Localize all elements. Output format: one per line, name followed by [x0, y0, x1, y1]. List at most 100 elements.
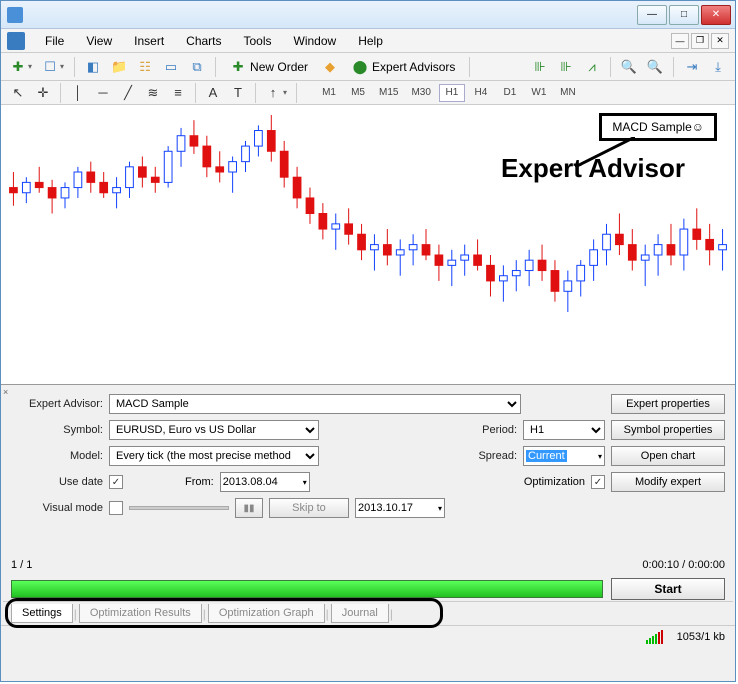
titlebar: — □ ✕: [1, 1, 735, 29]
strategy-tester-button[interactable]: ⧉: [186, 56, 208, 78]
close-button[interactable]: ✕: [701, 5, 731, 25]
model-label: Model:: [11, 450, 103, 462]
symbol-label: Symbol:: [11, 424, 103, 436]
child-close-button[interactable]: ✕: [711, 33, 729, 49]
progress-bar: [11, 580, 603, 598]
expert-advisor-select[interactable]: MACD Sample: [109, 394, 521, 414]
visual-mode-checkbox[interactable]: [109, 501, 123, 515]
data-window-button[interactable]: ☷: [134, 56, 156, 78]
visual-mode-label: Visual mode: [11, 502, 103, 514]
expert-advisors-button[interactable]: ⬤Expert Advisors: [345, 56, 462, 78]
menu-tools[interactable]: Tools: [234, 32, 282, 50]
bars-icon: ⊪: [532, 59, 548, 75]
timeframe-m15[interactable]: M15: [374, 84, 403, 102]
menu-help[interactable]: Help: [348, 32, 393, 50]
new-order-button[interactable]: ✚New Order: [223, 56, 315, 78]
metaeditor-button[interactable]: ◆: [319, 56, 341, 78]
profiles-button[interactable]: ☐▾: [39, 56, 67, 78]
market-watch-button[interactable]: ◧: [82, 56, 104, 78]
line-chart-button[interactable]: ⩘: [581, 56, 603, 78]
menu-window[interactable]: Window: [284, 32, 347, 50]
drawing-toolbar: ↖ ✛ │ ─ ╱ ≋ ≡ A T ↑▾ M1 M5 M15 M30 H1 H4…: [1, 81, 735, 105]
plus-icon: ✚: [10, 59, 26, 75]
tester-tabs: Settings | Optimization Results | Optimi…: [3, 601, 733, 625]
terminal-icon: ▭: [163, 59, 179, 75]
child-restore-button[interactable]: ❐: [691, 33, 709, 49]
timeframe-m5[interactable]: M5: [345, 84, 371, 102]
timeframe-m30[interactable]: M30: [406, 84, 435, 102]
maximize-button[interactable]: □: [669, 5, 699, 25]
zoom-out-icon: 🔍: [647, 59, 663, 75]
data-icon: ☷: [137, 59, 153, 75]
skip-to-button[interactable]: Skip to: [269, 498, 349, 518]
pause-button[interactable]: ▮▮: [235, 498, 263, 518]
timeframe-m1[interactable]: M1: [316, 84, 342, 102]
channel-button[interactable]: ≋: [142, 82, 164, 104]
timeframe-d1[interactable]: D1: [497, 84, 523, 102]
candle-chart-button[interactable]: ⊪: [555, 56, 577, 78]
terminal-button[interactable]: ▭: [160, 56, 182, 78]
use-date-checkbox[interactable]: [109, 475, 123, 489]
fibonacci-button[interactable]: ≡: [167, 82, 189, 104]
model-select[interactable]: Every tick (the most precise method: [109, 446, 319, 466]
spread-select[interactable]: Current▾: [523, 446, 605, 466]
strategy-tester-panel: × Expert Advisor: MACD Sample Expert pro…: [1, 385, 735, 625]
speed-slider[interactable]: [129, 506, 229, 510]
timeframe-h4[interactable]: H4: [468, 84, 494, 102]
zoom-in-button[interactable]: 🔍: [618, 56, 640, 78]
zoom-out-button[interactable]: 🔍: [644, 56, 666, 78]
bar-chart-button[interactable]: ⊪: [529, 56, 551, 78]
crosshair-icon: ✛: [35, 85, 51, 101]
tab-optimization-graph[interactable]: Optimization Graph: [208, 604, 325, 623]
statusbar: 1053/1 kb: [1, 625, 735, 647]
to-date-picker[interactable]: 2013.10.17▾: [355, 498, 445, 518]
from-date-picker[interactable]: 2013.08.04▾: [220, 472, 310, 492]
tab-journal[interactable]: Journal: [331, 604, 389, 623]
start-button[interactable]: Start: [611, 578, 725, 600]
hline-icon: ─: [95, 85, 111, 101]
timeframe-mn[interactable]: MN: [555, 84, 581, 102]
minimize-button[interactable]: —: [637, 5, 667, 25]
crosshair-button[interactable]: ✛: [32, 82, 54, 104]
tab-optimization-results[interactable]: Optimization Results: [79, 604, 202, 623]
main-toolbar: ✚▾ ☐▾ ◧ 📁 ☷ ▭ ⧉ ✚New Order ◆ ⬤Expert Adv…: [1, 53, 735, 81]
new-chart-button[interactable]: ✚▾: [7, 56, 35, 78]
menu-view[interactable]: View: [76, 32, 122, 50]
tab-settings[interactable]: Settings: [11, 604, 73, 623]
candles-icon: ⊪: [558, 59, 574, 75]
progress-time: 0:00:10 / 0:00:00: [642, 559, 725, 571]
period-select[interactable]: H1: [523, 420, 605, 440]
modify-expert-button[interactable]: Modify expert: [611, 472, 725, 492]
arrows-button[interactable]: ↑▾: [262, 82, 290, 104]
menu-charts[interactable]: Charts: [176, 32, 231, 50]
text-button[interactable]: A: [202, 82, 224, 104]
horizontal-line-button[interactable]: ─: [92, 82, 114, 104]
symbol-properties-button[interactable]: Symbol properties: [611, 420, 725, 440]
fib-icon: ≡: [170, 85, 186, 101]
optimization-checkbox[interactable]: [591, 475, 605, 489]
open-chart-button[interactable]: Open chart: [611, 446, 725, 466]
arrows-icon: ↑: [265, 85, 281, 101]
navigator-button[interactable]: 📁: [108, 56, 130, 78]
tester-close-button[interactable]: ×: [3, 387, 13, 397]
timeframe-h1[interactable]: H1: [439, 84, 465, 102]
channel-icon: ≋: [145, 85, 161, 101]
trendline-button[interactable]: ╱: [117, 82, 139, 104]
timeframe-w1[interactable]: W1: [526, 84, 552, 102]
cursor-button[interactable]: ↖: [7, 82, 29, 104]
expert-properties-button[interactable]: Expert properties: [611, 394, 725, 414]
line-icon: ⩘: [584, 59, 600, 75]
from-label: From:: [185, 476, 214, 488]
chart-shift-button[interactable]: ⤓: [707, 56, 729, 78]
trend-icon: ╱: [120, 85, 136, 101]
child-minimize-button[interactable]: —: [671, 33, 689, 49]
menu-file[interactable]: File: [35, 32, 74, 50]
order-icon: ✚: [230, 59, 246, 75]
vertical-line-button[interactable]: │: [67, 82, 89, 104]
menu-insert[interactable]: Insert: [124, 32, 174, 50]
ea-callout-text: Expert Advisor: [501, 153, 685, 184]
text-label-button[interactable]: T: [227, 82, 249, 104]
auto-scroll-button[interactable]: ⇥: [681, 56, 703, 78]
chart-area[interactable]: MACD Sample☺ Expert Advisor: [1, 105, 735, 385]
symbol-select[interactable]: EURUSD, Euro vs US Dollar: [109, 420, 319, 440]
